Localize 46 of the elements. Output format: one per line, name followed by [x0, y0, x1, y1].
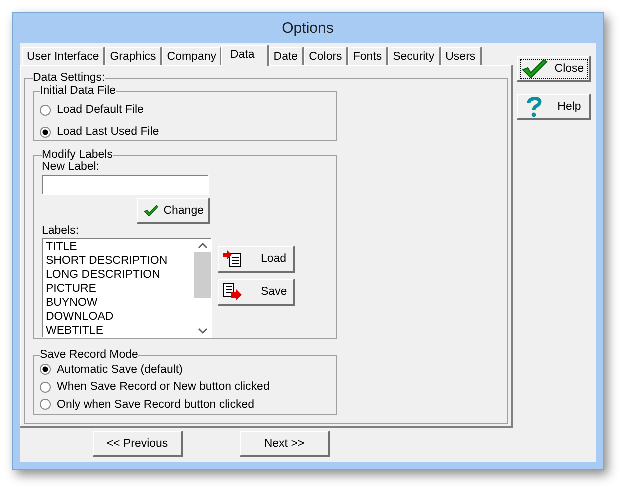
tab[interactable]: Date: [268, 47, 304, 65]
radio-label: Load Default File: [57, 104, 144, 116]
radio-label: Automatic Save (default): [57, 364, 183, 376]
load-button[interactable]: Load: [218, 246, 295, 273]
tab[interactable]: Graphics: [105, 47, 162, 65]
radio-button[interactable]: [40, 104, 51, 116]
scroll-up-icon[interactable]: [198, 242, 208, 250]
change-button[interactable]: Change: [137, 198, 210, 224]
field-label: New Label:: [42, 161, 101, 174]
radio-label: Only when Save Record button clicked: [57, 398, 255, 411]
tab[interactable]: Company: [162, 47, 222, 65]
radio-label: Load Last Used File: [57, 126, 160, 138]
field-label: Labels:: [42, 225, 80, 238]
list-item[interactable]: LONG DESCRIPTION: [46, 268, 194, 282]
tab[interactable]: Users: [440, 47, 482, 65]
tab[interactable]: Colors: [304, 47, 348, 65]
group-title: Initial Data File: [40, 85, 116, 97]
check-icon: [522, 58, 548, 78]
tab[interactable]: Data: [221, 45, 269, 66]
nav-button[interactable]: Next >>: [240, 431, 330, 457]
tab[interactable]: Fonts: [348, 47, 388, 65]
list-item[interactable]: PICTURE: [46, 282, 194, 296]
radio-button[interactable]: [40, 126, 51, 138]
radio-button[interactable]: [40, 382, 51, 393]
document-arrow-icon: [223, 283, 243, 301]
nav-button[interactable]: << Previous: [93, 431, 183, 457]
radio-button[interactable]: [40, 364, 51, 376]
document-arrow-icon: [223, 250, 243, 268]
window-title: Options: [282, 20, 334, 36]
side-button[interactable]: Close: [517, 56, 591, 82]
list-item[interactable]: BUYNOW: [46, 296, 194, 310]
list-item[interactable]: DOWNLOAD: [46, 310, 194, 324]
tab[interactable]: Security: [388, 47, 441, 65]
radio-label: When Save Record or New button clicked: [57, 381, 270, 394]
list-item[interactable]: SHORT DESCRIPTION: [46, 254, 194, 268]
save-button[interactable]: Save: [218, 279, 295, 306]
list-item[interactable]: TITLE: [46, 240, 194, 254]
scroll-down-icon[interactable]: [198, 327, 208, 335]
tab[interactable]: User Interface: [22, 47, 106, 65]
group-title: Modify Labels: [42, 149, 113, 161]
list-item[interactable]: WEBTITLE: [46, 324, 194, 338]
group-title: Data Settings:: [33, 72, 106, 84]
radio-button[interactable]: [40, 399, 51, 410]
group-title: Save Record Mode: [40, 349, 138, 361]
input-field[interactable]: [42, 175, 209, 195]
side-button[interactable]: Help: [517, 94, 591, 120]
